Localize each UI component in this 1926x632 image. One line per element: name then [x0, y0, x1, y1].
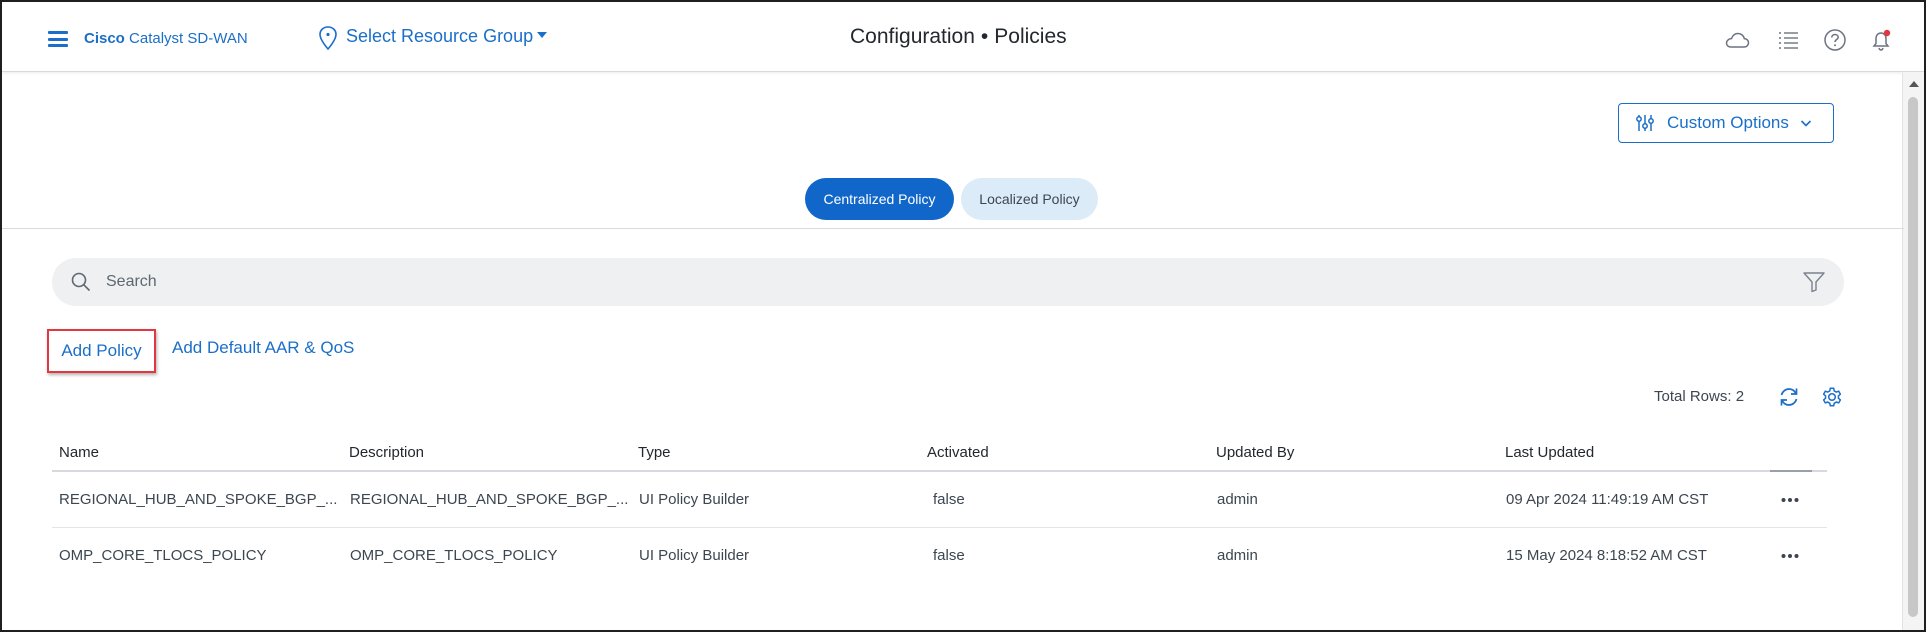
cell-activated: false	[933, 547, 965, 564]
search-bar	[52, 258, 1844, 306]
page-title-page: Policies	[994, 25, 1067, 48]
cell-last-updated: 15 May 2024 8:18:52 AM CST	[1506, 547, 1707, 564]
table-row[interactable]: REGIONAL_HUB_AND_SPOKE_BGP_... REGIONAL_…	[52, 472, 1827, 528]
cell-updated-by: admin	[1217, 491, 1258, 508]
add-default-aar-qos-link[interactable]: Add Default AAR & QoS	[172, 338, 354, 358]
cell-type: UI Policy Builder	[639, 547, 750, 564]
table-header: Name Description Type Activated Updated …	[52, 434, 1827, 472]
table-row[interactable]: OMP_CORE_TLOCS_POLICY OMP_CORE_TLOCS_POL…	[52, 528, 1827, 584]
brand-logo[interactable]: Cisco Catalyst SD-WAN	[84, 30, 248, 47]
more-options-icon[interactable]	[1780, 492, 1800, 508]
cell-name: REGIONAL_HUB_AND_SPOKE_BGP_...	[59, 491, 338, 508]
page-title-separator: •	[980, 25, 989, 48]
cell-updated-by: admin	[1217, 547, 1258, 564]
list-icon[interactable]	[1776, 28, 1802, 52]
column-header-activated[interactable]: Activated	[927, 444, 989, 461]
vertical-scrollbar[interactable]	[1902, 73, 1924, 630]
column-header-last-updated[interactable]: Last Updated	[1505, 444, 1594, 461]
gear-icon[interactable]	[1820, 385, 1844, 409]
custom-options-label: Custom Options	[1667, 113, 1789, 132]
total-rows-count: Total Rows: 2	[1654, 388, 1745, 405]
refresh-icon[interactable]	[1777, 385, 1801, 409]
column-header-description[interactable]: Description	[349, 444, 424, 461]
search-icon	[71, 272, 91, 292]
more-options-icon[interactable]	[1780, 548, 1800, 564]
cell-last-updated: 09 Apr 2024 11:49:19 AM CST	[1506, 491, 1709, 508]
cell-description: REGIONAL_HUB_AND_SPOKE_BGP_...	[350, 491, 629, 508]
bell-icon[interactable]	[1868, 28, 1894, 52]
chevron-down-icon	[1800, 120, 1811, 127]
custom-options-button[interactable]: Custom Options	[1618, 103, 1834, 143]
page-title: Configuration • Policies	[850, 25, 1067, 49]
hamburger-menu-icon[interactable]	[48, 31, 68, 47]
column-header-type[interactable]: Type	[638, 444, 671, 461]
resource-group-dropdown[interactable]: Select Resource Group	[346, 26, 548, 47]
resource-group-label: Select Resource Group	[346, 26, 534, 46]
cell-name: OMP_CORE_TLOCS_POLICY	[59, 547, 267, 564]
brand-name-rest: Catalyst SD-WAN	[124, 30, 248, 47]
add-policy-button[interactable]: Add Policy	[47, 329, 156, 373]
cell-description: OMP_CORE_TLOCS_POLICY	[350, 547, 558, 564]
cell-activated: false	[933, 491, 965, 508]
cell-type: UI Policy Builder	[639, 491, 750, 508]
tab-centralized-policy[interactable]: Centralized Policy	[805, 178, 954, 220]
help-icon[interactable]	[1822, 28, 1848, 52]
column-header-updated-by[interactable]: Updated By	[1216, 444, 1294, 461]
scroll-thumb[interactable]	[1908, 97, 1918, 617]
brand-name-bold: Cisco	[84, 30, 125, 47]
search-input[interactable]	[106, 268, 1706, 296]
cloud-icon[interactable]	[1724, 28, 1750, 52]
scroll-up-arrow-icon[interactable]	[1909, 81, 1919, 87]
tab-localized-policy[interactable]: Localized Policy	[961, 178, 1098, 220]
page-title-section: Configuration	[850, 25, 975, 48]
location-pin-icon	[319, 26, 337, 51]
policies-table: Name Description Type Activated Updated …	[52, 434, 1827, 584]
column-header-name[interactable]: Name	[59, 444, 99, 461]
sliders-icon	[1636, 115, 1654, 131]
filter-icon[interactable]	[1802, 271, 1826, 293]
app-window: Cisco Catalyst SD-WAN Select Resource Gr…	[0, 0, 1926, 632]
top-header: Cisco Catalyst SD-WAN Select Resource Gr…	[2, 2, 1924, 72]
section-divider	[2, 228, 1904, 229]
caret-down-icon	[537, 32, 548, 39]
